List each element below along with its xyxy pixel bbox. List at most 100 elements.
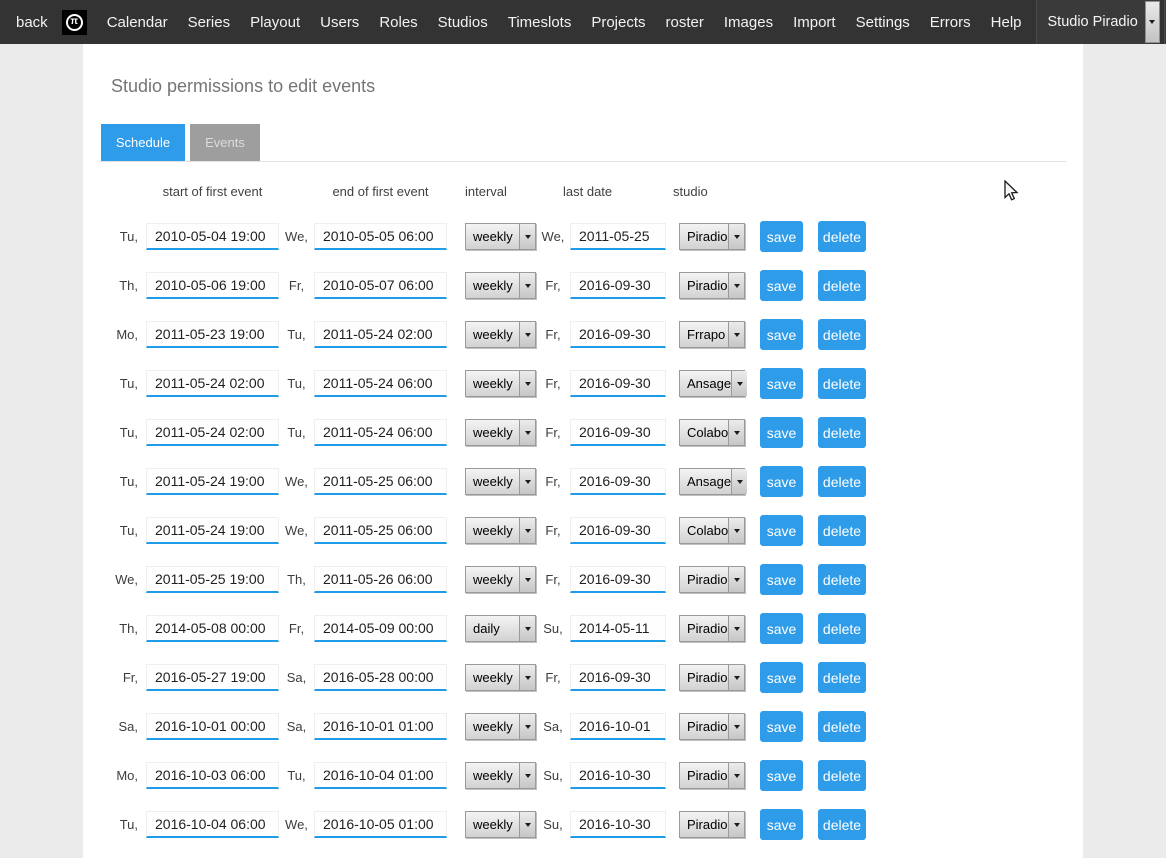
delete-button[interactable]: delete	[818, 221, 866, 252]
row-studio-select[interactable]: Colabo	[679, 419, 745, 446]
interval-select[interactable]: weekly	[465, 517, 536, 544]
studio-select[interactable]: Studio Piradio	[1036, 0, 1160, 44]
nav-item-calendar[interactable]: Calendar	[97, 14, 178, 31]
delete-button[interactable]: delete	[818, 809, 866, 840]
interval-select[interactable]: daily	[465, 615, 536, 642]
tab-schedule[interactable]: Schedule	[101, 124, 185, 161]
nav-item-playout[interactable]: Playout	[240, 14, 310, 31]
last-date-input[interactable]	[570, 762, 666, 789]
end-of-event-input[interactable]	[314, 468, 447, 495]
save-button[interactable]: save	[760, 466, 803, 497]
row-studio-select[interactable]: Colabo	[679, 517, 745, 544]
last-date-input[interactable]	[570, 713, 666, 740]
tab-events[interactable]: Events	[190, 124, 260, 161]
interval-select[interactable]: weekly	[465, 419, 536, 446]
end-of-event-input[interactable]	[314, 811, 447, 838]
row-studio-select[interactable]: Piradio	[679, 566, 745, 593]
nav-item-series[interactable]: Series	[178, 14, 241, 31]
last-date-input[interactable]	[570, 370, 666, 397]
delete-button[interactable]: delete	[818, 662, 866, 693]
save-button[interactable]: save	[760, 417, 803, 448]
delete-button[interactable]: delete	[818, 417, 866, 448]
nav-item-settings[interactable]: Settings	[846, 14, 920, 31]
nav-item-users[interactable]: Users	[310, 14, 369, 31]
save-button[interactable]: save	[760, 564, 803, 595]
interval-select[interactable]: weekly	[465, 566, 536, 593]
nav-item-help[interactable]: Help	[981, 14, 1032, 31]
end-of-event-input[interactable]	[314, 419, 447, 446]
nav-item-import[interactable]: Import	[783, 14, 846, 31]
interval-select[interactable]: weekly	[465, 223, 536, 250]
row-studio-select[interactable]: Piradio	[679, 615, 745, 642]
start-of-event-input[interactable]	[146, 664, 279, 691]
row-studio-select[interactable]: Piradio	[679, 713, 745, 740]
nav-item-roster[interactable]: roster	[656, 14, 714, 31]
start-of-event-input[interactable]	[146, 811, 279, 838]
last-date-input[interactable]	[570, 272, 666, 299]
interval-select[interactable]: weekly	[465, 664, 536, 691]
interval-select[interactable]: weekly	[465, 762, 536, 789]
save-button[interactable]: save	[760, 809, 803, 840]
nav-item-roles[interactable]: Roles	[369, 14, 427, 31]
nav-item-studios[interactable]: Studios	[428, 14, 498, 31]
row-studio-select[interactable]: Ansage	[679, 370, 745, 397]
app-logo-icon[interactable]: π	[62, 10, 87, 35]
row-studio-select[interactable]: Piradio	[679, 223, 745, 250]
delete-button[interactable]: delete	[818, 515, 866, 546]
nav-item-timeslots[interactable]: Timeslots	[498, 14, 582, 31]
delete-button[interactable]: delete	[818, 270, 866, 301]
end-of-event-input[interactable]	[314, 664, 447, 691]
start-of-event-input[interactable]	[146, 713, 279, 740]
row-studio-select[interactable]: Piradio	[679, 664, 745, 691]
start-of-event-input[interactable]	[146, 566, 279, 593]
save-button[interactable]: save	[760, 662, 803, 693]
row-studio-select[interactable]: Ansage	[679, 468, 745, 495]
interval-select[interactable]: weekly	[465, 272, 536, 299]
nav-item-images[interactable]: Images	[714, 14, 783, 31]
start-of-event-input[interactable]	[146, 419, 279, 446]
last-date-input[interactable]	[570, 664, 666, 691]
start-of-event-input[interactable]	[146, 321, 279, 348]
save-button[interactable]: save	[760, 270, 803, 301]
save-button[interactable]: save	[760, 319, 803, 350]
delete-button[interactable]: delete	[818, 368, 866, 399]
delete-button[interactable]: delete	[818, 711, 866, 742]
last-date-input[interactable]	[570, 615, 666, 642]
delete-button[interactable]: delete	[818, 466, 866, 497]
row-studio-select[interactable]: Piradio	[679, 272, 745, 299]
start-of-event-input[interactable]	[146, 370, 279, 397]
end-of-event-input[interactable]	[314, 762, 447, 789]
interval-select[interactable]: weekly	[465, 713, 536, 740]
last-date-input[interactable]	[570, 517, 666, 544]
interval-select[interactable]: weekly	[465, 321, 536, 348]
start-of-event-input[interactable]	[146, 272, 279, 299]
delete-button[interactable]: delete	[818, 613, 866, 644]
last-date-input[interactable]	[570, 811, 666, 838]
end-of-event-input[interactable]	[314, 713, 447, 740]
nav-item-projects[interactable]: Projects	[581, 14, 655, 31]
end-of-event-input[interactable]	[314, 370, 447, 397]
delete-button[interactable]: delete	[818, 760, 866, 791]
delete-button[interactable]: delete	[818, 319, 866, 350]
end-of-event-input[interactable]	[314, 321, 447, 348]
end-of-event-input[interactable]	[314, 223, 447, 250]
interval-select[interactable]: weekly	[465, 811, 536, 838]
start-of-event-input[interactable]	[146, 762, 279, 789]
nav-item-errors[interactable]: Errors	[920, 14, 981, 31]
row-studio-select[interactable]: Piradio	[679, 762, 745, 789]
start-of-event-input[interactable]	[146, 517, 279, 544]
save-button[interactable]: save	[760, 711, 803, 742]
start-of-event-input[interactable]	[146, 468, 279, 495]
interval-select[interactable]: weekly	[465, 468, 536, 495]
end-of-event-input[interactable]	[314, 566, 447, 593]
start-of-event-input[interactable]	[146, 615, 279, 642]
row-studio-select[interactable]: Piradio	[679, 811, 745, 838]
last-date-input[interactable]	[570, 566, 666, 593]
save-button[interactable]: save	[760, 760, 803, 791]
save-button[interactable]: save	[760, 515, 803, 546]
start-of-event-input[interactable]	[146, 223, 279, 250]
save-button[interactable]: save	[760, 221, 803, 252]
last-date-input[interactable]	[570, 419, 666, 446]
end-of-event-input[interactable]	[314, 517, 447, 544]
save-button[interactable]: save	[760, 613, 803, 644]
